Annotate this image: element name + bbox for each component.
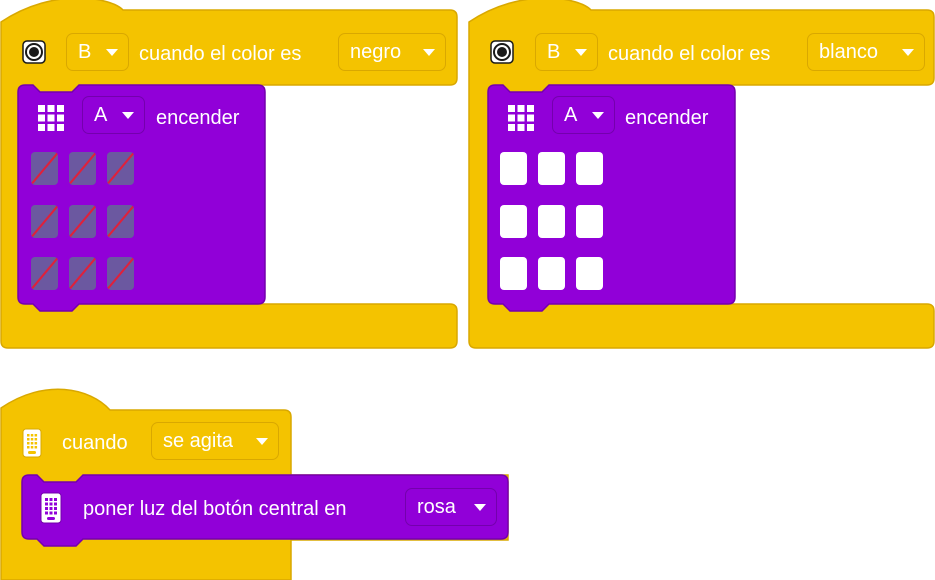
pixel-on[interactable] bbox=[500, 205, 527, 238]
action-label: encender bbox=[156, 107, 240, 129]
chevron-down-icon bbox=[902, 49, 914, 56]
pixel-off[interactable] bbox=[31, 257, 58, 290]
port-value: A bbox=[94, 104, 108, 126]
action-label: poner luz del botón central en bbox=[83, 498, 347, 520]
pixel-on[interactable] bbox=[576, 205, 603, 238]
port-dropdown[interactable]: B bbox=[66, 33, 129, 71]
light-matrix-icon bbox=[508, 105, 534, 131]
hub-icon bbox=[22, 428, 42, 458]
color-dropdown[interactable]: negro bbox=[338, 33, 446, 71]
pixel-on[interactable] bbox=[576, 257, 603, 290]
pixel-off[interactable] bbox=[107, 205, 134, 238]
light-matrix-icon bbox=[38, 105, 64, 131]
chevron-down-icon bbox=[122, 112, 134, 119]
chevron-down-icon bbox=[474, 504, 486, 511]
light-color-dropdown[interactable]: rosa bbox=[405, 488, 497, 526]
color-value: negro bbox=[350, 41, 402, 63]
pixel-on[interactable] bbox=[538, 257, 565, 290]
chevron-down-icon bbox=[106, 49, 118, 56]
pixel-off[interactable] bbox=[31, 205, 58, 238]
pixel-off[interactable] bbox=[31, 152, 58, 185]
event-value: se agita bbox=[163, 430, 234, 452]
event-dropdown[interactable]: se agita bbox=[151, 422, 279, 460]
pixel-on[interactable] bbox=[500, 257, 527, 290]
pixel-on[interactable] bbox=[500, 152, 527, 185]
pixel-off[interactable] bbox=[107, 257, 134, 290]
chevron-down-icon bbox=[575, 49, 587, 56]
port-dropdown[interactable]: A bbox=[82, 96, 145, 134]
color-sensor-icon bbox=[22, 40, 46, 64]
hat-label: cuando bbox=[62, 432, 128, 454]
pixel-off[interactable] bbox=[69, 205, 96, 238]
chevron-down-icon bbox=[423, 49, 435, 56]
pixel-on[interactable] bbox=[538, 152, 565, 185]
color-dropdown[interactable]: blanco bbox=[807, 33, 925, 71]
hub-icon bbox=[40, 492, 62, 524]
hat-label: cuando el color es bbox=[139, 43, 302, 65]
pixel-off[interactable] bbox=[69, 152, 96, 185]
chevron-down-icon bbox=[256, 438, 268, 445]
pixel-on[interactable] bbox=[576, 152, 603, 185]
pixel-off[interactable] bbox=[69, 257, 96, 290]
action-label: encender bbox=[625, 107, 709, 129]
port-dropdown[interactable]: B bbox=[535, 33, 598, 71]
port-value: B bbox=[78, 41, 92, 63]
color-sensor-icon bbox=[490, 40, 514, 64]
pixel-off[interactable] bbox=[107, 152, 134, 185]
port-value: A bbox=[564, 104, 578, 126]
pixel-on[interactable] bbox=[538, 205, 565, 238]
port-dropdown[interactable]: A bbox=[552, 96, 615, 134]
chevron-down-icon bbox=[592, 112, 604, 119]
light-color-value: rosa bbox=[417, 496, 456, 518]
port-value: B bbox=[547, 41, 561, 63]
color-value: blanco bbox=[819, 41, 878, 63]
hat-label: cuando el color es bbox=[608, 43, 771, 65]
